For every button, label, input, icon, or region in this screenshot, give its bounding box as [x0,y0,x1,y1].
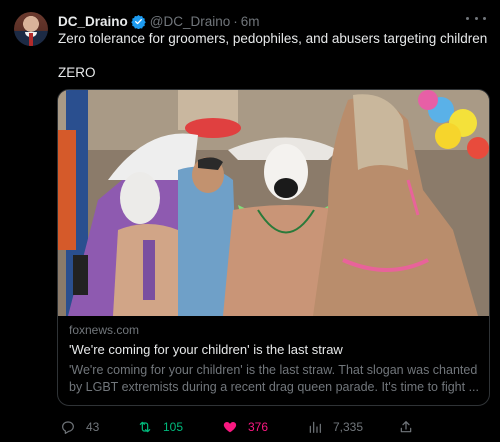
link-card[interactable]: foxnews.com 'We're coming for your child… [57,89,490,406]
author-handle[interactable]: @DC_Draino [150,14,230,29]
retweet-icon [139,421,151,433]
views-icon [309,421,321,433]
verified-badge-icon [131,14,146,29]
like-count: 376 [248,420,269,434]
retweet-button[interactable]: 105 [137,414,183,440]
heart-icon [223,422,237,433]
card-description-line: by LGBT extremists during a recent drag … [69,379,480,394]
card-description: 'We're coming for your children' is the … [69,362,481,395]
retweet-count: 105 [163,420,184,434]
card-photo [58,90,489,316]
timestamp[interactable]: 6m [241,14,260,29]
action-bar: 43 105 376 7,335 [0,414,500,440]
avatar-tie [29,33,33,46]
tweet-text-line: Zero tolerance for groomers, pedophiles,… [58,31,488,46]
views-button[interactable]: 7,335 [307,414,363,440]
separator-dot: · [233,13,238,29]
share-button[interactable] [398,414,424,440]
tweet[interactable]: DC_Draino @DC_Draino · 6m Zero tolerance… [0,0,500,442]
card-image[interactable] [58,90,489,316]
tweet-text-line: ZERO [58,65,96,80]
tweet-header: DC_Draino @DC_Draino · 6m [58,12,260,30]
reply-icon [62,421,74,434]
avatar[interactable] [14,12,48,46]
card-description-line: 'We're coming for your children' is the … [69,363,478,377]
more-icon[interactable] [466,12,486,24]
share-icon [400,421,412,433]
reply-button[interactable]: 43 [60,414,99,440]
reply-count: 43 [86,420,100,434]
author-name[interactable]: DC_Draino [58,14,128,29]
like-button[interactable]: 376 [222,414,268,440]
card-domain: foxnews.com [69,323,140,337]
views-count: 7,335 [333,420,364,434]
card-title[interactable]: 'We're coming for your children' is the … [69,342,343,357]
